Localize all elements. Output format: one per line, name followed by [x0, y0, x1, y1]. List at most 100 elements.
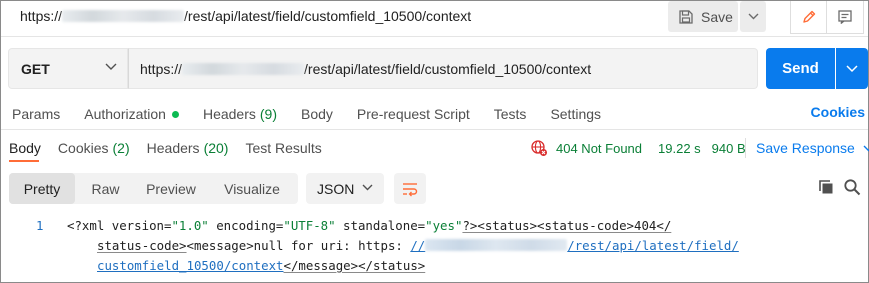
- edit-view-button[interactable]: [791, 1, 827, 33]
- wrap-lines-icon: [403, 182, 418, 196]
- view-raw-button[interactable]: Raw: [75, 173, 136, 204]
- view-visualize-button[interactable]: Visualize: [206, 173, 298, 204]
- view-visualize-label: Visualize: [224, 180, 280, 197]
- tab-response-body-label: Body: [9, 140, 41, 156]
- code-line-2: status-code><message>null for uri: https…: [97, 236, 739, 256]
- send-button[interactable]: Send: [766, 48, 835, 89]
- chevron-down-icon: [846, 64, 858, 72]
- view-pretty-label: Pretty: [23, 180, 61, 197]
- tab-body[interactable]: Body: [301, 104, 333, 124]
- url-prefix: https://: [140, 60, 183, 77]
- tab-params-label: Params: [12, 106, 61, 122]
- code-token: </message></status>: [283, 258, 426, 273]
- redacted-host: [425, 239, 568, 251]
- code-line-1: <?xml version="1.0" encoding="UTF-8" sta…: [67, 216, 671, 236]
- tab-prerequest-label: Pre-request Script: [356, 106, 470, 122]
- url-input[interactable]: https:// /rest/api/latest/field/customfie…: [128, 48, 758, 89]
- view-mode-group: Pretty Raw Preview Visualize: [9, 173, 298, 204]
- tab-authorization-label: Authorization: [84, 106, 166, 122]
- format-label: JSON: [317, 180, 355, 197]
- send-label: Send: [782, 60, 819, 77]
- save-button[interactable]: Save: [668, 1, 738, 32]
- tab-response-headers[interactable]: Headers (20): [147, 138, 229, 158]
- code-link[interactable]: customfield_10500/context: [97, 258, 284, 273]
- chevron-down-icon: [362, 184, 373, 191]
- save-options-button[interactable]: [740, 1, 766, 32]
- comment-icon: [838, 10, 852, 24]
- code-line-3: customfield_10500/context</message></sta…: [97, 256, 425, 276]
- save-response-button[interactable]: Save Response: [745, 138, 869, 158]
- response-size[interactable]: 940 B: [712, 141, 746, 156]
- tab-response-headers-count: (20): [203, 140, 229, 156]
- save-response-label: Save Response: [756, 140, 855, 156]
- tab-body-label: Body: [301, 106, 333, 122]
- cookies-link[interactable]: Cookies: [811, 104, 865, 120]
- active-tab-indicator: [9, 160, 39, 162]
- request-title[interactable]: https:// /rest/api/latest/field/customfie…: [20, 8, 471, 24]
- response-time[interactable]: 19.22 s: [658, 141, 701, 156]
- method-select[interactable]: GET: [8, 48, 128, 89]
- chevron-down-icon: [105, 63, 117, 70]
- tab-authorization[interactable]: Authorization: [84, 104, 179, 124]
- globe-error-icon[interactable]: [530, 139, 548, 157]
- line-number: 1: [36, 218, 44, 233]
- view-raw-label: Raw: [91, 180, 120, 197]
- tab-tests[interactable]: Tests: [494, 104, 527, 124]
- redacted-host: [182, 62, 305, 75]
- tab-response-headers-label: Headers: [146, 140, 200, 156]
- view-preview-label: Preview: [146, 180, 196, 197]
- code-string: "UTF-8": [283, 218, 336, 233]
- view-preview-button[interactable]: Preview: [136, 173, 206, 204]
- code-token: ?><status><status-code>404</: [462, 218, 672, 233]
- code-string: "1.0": [171, 218, 209, 233]
- code-token: status-code>: [97, 238, 187, 253]
- status-dot-icon: [171, 110, 179, 118]
- chevron-down-icon: [748, 13, 758, 20]
- tab-response-body[interactable]: Body: [9, 138, 41, 158]
- title-divider: [1, 36, 868, 37]
- tab-headers[interactable]: Headers (9): [203, 104, 277, 124]
- code-token: encoding=: [208, 218, 284, 233]
- save-icon: [679, 9, 693, 24]
- tab-test-results-label: Test Results: [245, 140, 322, 156]
- code-token: <?xml: [67, 218, 112, 233]
- tab-headers-label: Headers: [202, 106, 256, 122]
- copy-icon[interactable]: [818, 179, 835, 196]
- code-token: standalone=: [335, 218, 426, 233]
- url-suffix: /rest/api/latest/field/customfield_10500…: [304, 60, 592, 77]
- code-link[interactable]: /rest/api/latest/field/: [567, 238, 739, 253]
- tab-headers-count: (9): [259, 106, 277, 122]
- tab-tests-label: Tests: [493, 106, 527, 122]
- code-token: version=: [111, 218, 172, 233]
- save-label: Save: [701, 8, 733, 25]
- response-tabs: Body Cookies (2) Headers (20) Test Results: [9, 138, 339, 158]
- format-select[interactable]: JSON: [306, 173, 384, 204]
- title-url-suffix: /rest/api/latest/field/customfield_10500…: [184, 8, 472, 24]
- code-link[interactable]: //: [410, 238, 425, 253]
- status-code[interactable]: 404 Not Found: [556, 141, 642, 156]
- redacted-host: [62, 10, 185, 22]
- tab-response-cookies[interactable]: Cookies (2): [58, 138, 130, 158]
- code-token: <message>null for uri: https:: [186, 238, 411, 253]
- method-label: GET: [21, 60, 50, 77]
- title-bar: https:// /rest/api/latest/field/customfie…: [1, 1, 868, 35]
- tab-response-cookies-count: (2): [112, 140, 130, 156]
- tab-params[interactable]: Params: [12, 104, 60, 124]
- view-pretty-button[interactable]: Pretty: [9, 173, 75, 204]
- chevron-down-icon: [863, 145, 869, 151]
- tab-settings[interactable]: Settings: [550, 104, 601, 124]
- tab-prerequest-script[interactable]: Pre-request Script: [357, 104, 470, 124]
- tab-settings-label: Settings: [550, 106, 602, 122]
- response-status: 404 Not Found 19.22 s 940 B: [530, 138, 746, 158]
- request-tabs: Params Authorization Headers (9) Body Pre…: [12, 104, 625, 124]
- view-toggle-group: [790, 1, 864, 34]
- tab-test-results[interactable]: Test Results: [245, 138, 321, 158]
- code-string: "yes": [425, 218, 463, 233]
- send-options-button[interactable]: [836, 48, 868, 89]
- tab-response-cookies-label: Cookies: [57, 140, 109, 156]
- section-divider: [1, 129, 868, 130]
- search-icon[interactable]: [843, 178, 861, 196]
- wrap-lines-button[interactable]: [394, 173, 426, 204]
- comments-button[interactable]: [827, 1, 863, 33]
- pencil-icon: [802, 10, 815, 23]
